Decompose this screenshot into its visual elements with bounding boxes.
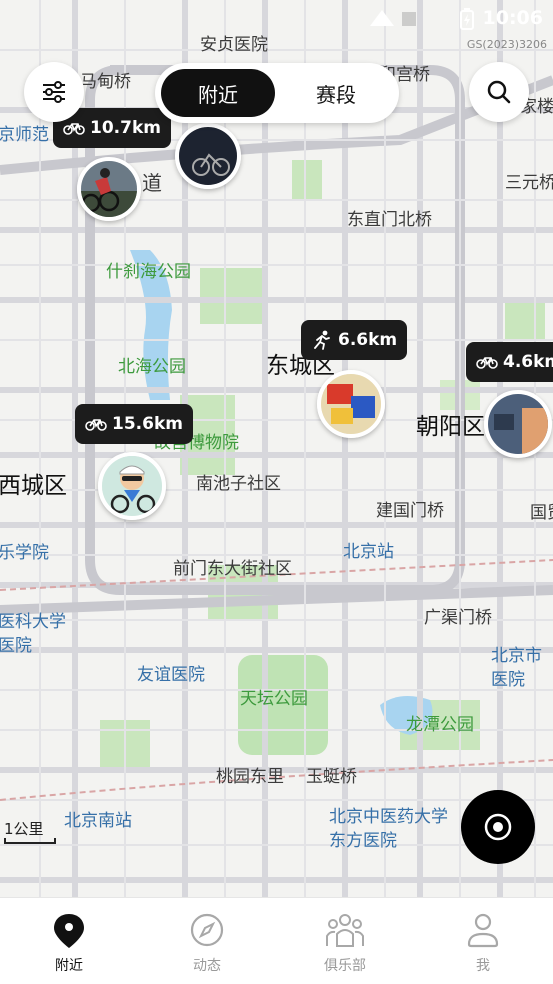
map-label-yiyuan: 医院 bbox=[0, 636, 32, 656]
map-label-youyi-hospital: 友谊医院 bbox=[137, 665, 205, 685]
night-ride-photo bbox=[179, 127, 237, 185]
map-label-med-univ: 医科大学 bbox=[0, 612, 66, 632]
distance-pill-cycling-2[interactable]: 4.6km bbox=[466, 342, 553, 382]
map-label-music-school: 乐学院 bbox=[0, 543, 49, 563]
map-label-dongfang-hospital: 东方医院 bbox=[329, 831, 397, 851]
map-label-chaoyang: 朝阳区 bbox=[416, 414, 485, 440]
cyclist-photo bbox=[81, 161, 137, 217]
map-label-tiantan-park: 天坛公园 bbox=[240, 689, 308, 709]
marker-avatar-night-ride[interactable] bbox=[175, 123, 241, 189]
filter-button[interactable] bbox=[24, 62, 84, 122]
bicycle-icon bbox=[85, 419, 107, 431]
map-scale: 1公里 bbox=[4, 818, 56, 844]
distance-value: 4.6km bbox=[503, 352, 553, 372]
cartoon-cyclist-avatar bbox=[102, 456, 162, 516]
marker-avatar-cartoon-cyclist[interactable] bbox=[98, 452, 166, 520]
distance-value: 15.6km bbox=[112, 414, 183, 434]
search-icon bbox=[487, 80, 511, 104]
tab-label: 我 bbox=[476, 958, 490, 974]
map-label-nanchizi: 南池子社区 bbox=[196, 474, 281, 494]
tab-label: 附近 bbox=[55, 958, 83, 974]
map-label-dongzhimen-bridge: 东直门北桥 bbox=[347, 210, 432, 230]
tab-club[interactable]: 俱乐部 bbox=[276, 898, 414, 984]
map-label-xicheng: 西城区 bbox=[0, 473, 67, 499]
status-bar: 10:06 GS(2023)3206 bbox=[0, 0, 553, 51]
map-label-qianmen: 前门东大街社区 bbox=[173, 559, 292, 579]
search-button[interactable] bbox=[469, 62, 529, 122]
distance-pill-cycling-3[interactable]: 15.6km bbox=[75, 404, 193, 444]
battery-icon bbox=[460, 8, 474, 30]
items-photo bbox=[321, 374, 381, 434]
map-label-jianguomen-bridge: 建国门桥 bbox=[376, 501, 444, 521]
signal-icon bbox=[370, 10, 416, 26]
tab-label: 俱乐部 bbox=[324, 958, 366, 974]
map-label-beijing-station: 北京站 bbox=[343, 542, 394, 562]
segment-segments[interactable]: 赛段 bbox=[279, 69, 393, 117]
filter-sliders-icon bbox=[43, 81, 65, 103]
group-icon bbox=[326, 914, 364, 947]
map-label-guomao: 国贸 bbox=[530, 503, 553, 523]
map-label-longtan-park: 龙潭公园 bbox=[406, 715, 474, 735]
running-icon bbox=[314, 330, 330, 350]
map-label-bj-city-hospital-1: 北京市 bbox=[491, 646, 542, 666]
scale-bar bbox=[4, 838, 56, 844]
map-label-shifan: 京师范 bbox=[0, 125, 49, 145]
locate-me-button[interactable] bbox=[461, 790, 535, 864]
segment-nearby[interactable]: 附近 bbox=[161, 69, 275, 117]
person-photo bbox=[488, 394, 548, 454]
bicycle-icon bbox=[63, 123, 85, 135]
compass-icon bbox=[190, 913, 224, 947]
bottom-tab-bar: 附近 动态 俱乐部 我 bbox=[0, 897, 553, 984]
map-label-taoyuan: 桃园东里 bbox=[216, 767, 284, 787]
map-label-tcm-univ: 北京中医药大学 bbox=[329, 807, 448, 827]
status-time: 10:06 bbox=[482, 7, 543, 29]
view-segmented-control: 附近 赛段 bbox=[155, 63, 399, 123]
map-label-bj-city-hospital-2: 医院 bbox=[491, 670, 525, 690]
tab-feed[interactable]: 动态 bbox=[138, 898, 276, 984]
map-license: GS(2023)3206 bbox=[466, 38, 547, 51]
map-label-guangqumen-bridge: 广渠门桥 bbox=[424, 608, 492, 628]
distance-value: 10.7km bbox=[90, 118, 161, 138]
marker-avatar-cyclist[interactable] bbox=[77, 157, 141, 221]
marker-avatar-person[interactable] bbox=[484, 390, 552, 458]
map-pin-icon bbox=[54, 914, 84, 948]
locate-icon bbox=[484, 813, 512, 841]
map-label-bj-south-station: 北京南站 bbox=[64, 811, 132, 831]
bicycle-icon bbox=[476, 357, 498, 369]
distance-value: 6.6km bbox=[338, 330, 398, 350]
scale-label: 1公里 bbox=[4, 820, 44, 838]
map-label-sanyuan: 三元桥 bbox=[505, 173, 553, 193]
map-view[interactable]: 安贞医院 马甸桥 雍和宫桥 京师范 家楼 道 三元桥 东直门北桥 什刹海公园 北… bbox=[0, 0, 553, 897]
person-icon bbox=[467, 913, 499, 948]
map-label-dao: 道 bbox=[142, 171, 162, 195]
map-label-beihai-park: 北海公园 bbox=[118, 357, 186, 377]
marker-avatar-items[interactable] bbox=[317, 370, 385, 438]
map-label-yuting-bridge: 玉蜓桥 bbox=[306, 767, 357, 787]
tab-label: 动态 bbox=[193, 958, 221, 974]
map-label-madian-bridge: 马甸桥 bbox=[80, 72, 131, 92]
distance-pill-running[interactable]: 6.6km bbox=[301, 320, 408, 360]
tab-nearby[interactable]: 附近 bbox=[0, 898, 138, 984]
tab-me[interactable]: 我 bbox=[414, 898, 552, 984]
map-label-shichahai-park: 什刹海公园 bbox=[106, 262, 191, 282]
